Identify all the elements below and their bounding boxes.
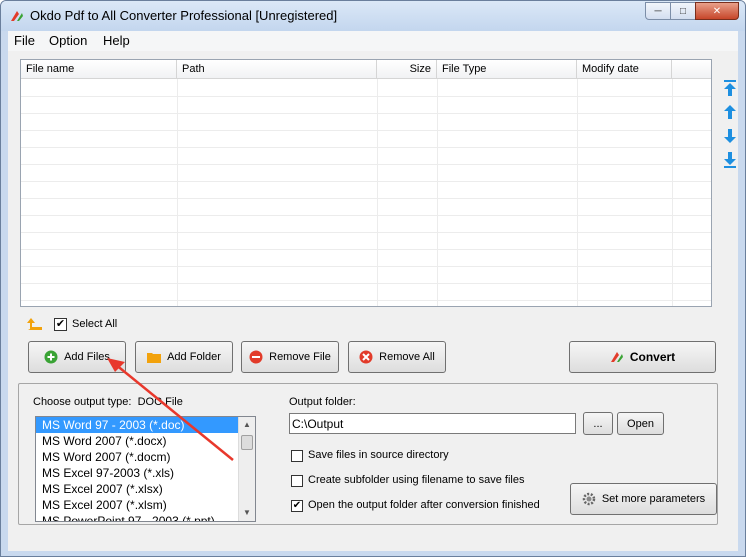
grid-line	[21, 130, 711, 131]
open-after-checkbox[interactable]: ✔	[291, 500, 303, 512]
gear-icon	[582, 492, 596, 506]
move-bottom-icon[interactable]	[722, 151, 738, 169]
grid-line	[21, 300, 711, 301]
minimize-button[interactable]: ─	[645, 2, 671, 20]
close-button[interactable]: ✕	[695, 2, 739, 20]
grid-line	[21, 147, 711, 148]
move-down-icon[interactable]	[722, 127, 738, 145]
create-subfolder-label: Create subfolder using filename to save …	[308, 474, 525, 486]
menu-file[interactable]: File	[14, 33, 35, 48]
maximize-button[interactable]: □	[670, 2, 696, 20]
grid-line	[21, 96, 711, 97]
convert-icon	[610, 352, 623, 362]
window-controls: ─ □ ✕	[645, 2, 739, 20]
menu-help[interactable]: Help	[103, 33, 130, 48]
grid-line	[21, 232, 711, 233]
remove-file-button[interactable]: Remove File	[241, 341, 339, 373]
remove-all-button[interactable]: Remove All	[348, 341, 446, 373]
scroll-down-icon[interactable]: ▼	[239, 505, 255, 521]
column-header-modify-date[interactable]: Modify date	[577, 60, 672, 79]
output-folder-input[interactable]: C:\Output	[289, 413, 576, 434]
convert-label: Convert	[629, 350, 676, 364]
annotation-arrow	[107, 358, 234, 461]
menu-option[interactable]: Option	[49, 33, 87, 48]
minimize-icon: ─	[654, 5, 662, 17]
client-area: File Option Help File name Path Size Fil…	[8, 31, 738, 551]
grid-line	[21, 181, 711, 182]
move-top-icon[interactable]	[722, 79, 738, 97]
window-title: Okdo Pdf to All Converter Professional […	[30, 8, 338, 23]
output-type-option[interactable]: MS Excel 2007 (*.xlsx)	[36, 481, 255, 497]
set-more-parameters-button[interactable]: Set more parameters	[570, 483, 717, 515]
output-type-option[interactable]: MS Excel 97-2003 (*.xls)	[36, 465, 255, 481]
parent-folder-icon[interactable]	[27, 317, 43, 331]
remove-file-label: Remove File	[269, 351, 331, 363]
add-icon	[44, 350, 58, 364]
grid-line	[21, 164, 711, 165]
select-all-label: Select All	[72, 318, 118, 330]
convert-button[interactable]: Convert	[569, 341, 716, 373]
grid-line	[21, 283, 711, 284]
title-bar: Okdo Pdf to All Converter Professional […	[1, 1, 745, 31]
remove-all-icon	[359, 350, 373, 364]
grid-line	[21, 249, 711, 250]
move-up-icon[interactable]	[722, 103, 738, 121]
column-header-path[interactable]: Path	[177, 60, 377, 79]
app-logo-icon	[11, 11, 23, 21]
grid-line	[21, 113, 711, 114]
grid-line	[21, 215, 711, 216]
app-window: Okdo Pdf to All Converter Professional […	[0, 0, 746, 557]
open-folder-button[interactable]: Open	[617, 412, 664, 435]
column-header-file-type[interactable]: File Type	[437, 60, 577, 79]
output-type-option[interactable]: MS PowerPoint 97 - 2003 (*.ppt)	[36, 513, 255, 521]
column-header-size[interactable]: Size	[377, 60, 437, 79]
file-list-header: File name Path Size File Type Modify dat…	[21, 60, 711, 79]
save-in-source-label: Save files in source directory	[308, 449, 449, 461]
file-list-table[interactable]: File name Path Size File Type Modify dat…	[20, 59, 712, 307]
menu-bar: File Option Help	[8, 31, 738, 51]
maximize-icon: □	[679, 5, 687, 17]
remove-all-label: Remove All	[379, 351, 435, 363]
grid-line	[21, 266, 711, 267]
open-after-label: Open the output folder after conversion …	[308, 499, 540, 511]
close-icon: ✕	[712, 5, 722, 17]
output-type-option[interactable]: MS Excel 2007 (*.xlsm)	[36, 497, 255, 513]
grid-line	[21, 198, 711, 199]
column-header-file-name[interactable]: File name	[21, 60, 177, 79]
create-subfolder-checkbox[interactable]	[291, 475, 303, 487]
output-folder-label: Output folder:	[289, 396, 356, 408]
browse-button[interactable]: ...	[583, 412, 613, 435]
set-more-parameters-label: Set more parameters	[601, 493, 706, 505]
save-in-source-checkbox[interactable]	[291, 450, 303, 462]
select-all-checkbox[interactable]: ✔	[54, 318, 67, 331]
remove-icon	[249, 350, 263, 364]
